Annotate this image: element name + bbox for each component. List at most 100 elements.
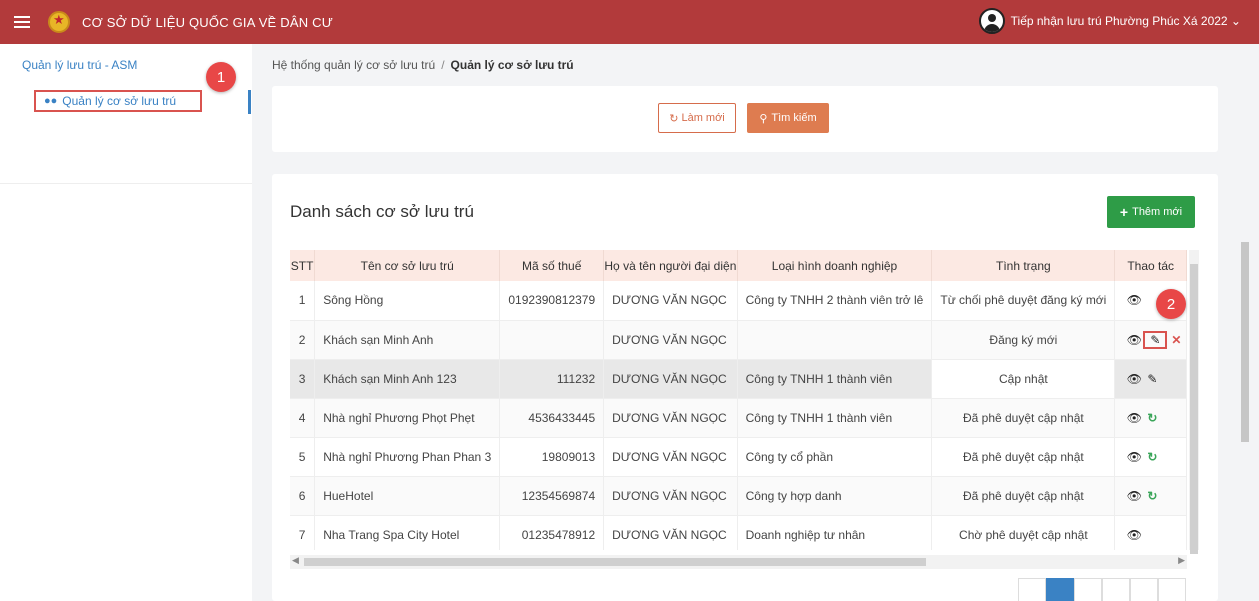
- cell-representative: DƯƠNG VĂN NGỌC: [603, 476, 738, 516]
- user-avatar-icon: [978, 8, 1005, 34]
- cell-representative: DƯƠNG VĂN NGỌC: [603, 320, 738, 360]
- active-indicator: [248, 90, 251, 114]
- sidebar-group-asm[interactable]: Quản lý lưu trú - ASM: [22, 58, 137, 72]
- cell-representative: DƯƠNG VĂN NGỌC: [603, 281, 738, 321]
- edit-icon[interactable]: ✎: [1143, 372, 1161, 386]
- page-button[interactable]: [1158, 578, 1186, 601]
- page-scrollbar[interactable]: [1239, 86, 1251, 586]
- breadcrumb-parent[interactable]: Hệ thống quản lý cơ sở lưu trú: [272, 58, 435, 72]
- table-row[interactable]: 1 Sông Hồng 0192390812379 DƯƠNG VĂN NGỌC Côn…: [290, 281, 1187, 321]
- cell-actions: 👁: [1114, 515, 1187, 550]
- cell-actions: 👁 ↻: [1114, 398, 1187, 438]
- eye-icon[interactable]: 👁: [1125, 450, 1143, 464]
- step-badge-2: 2: [1156, 289, 1186, 319]
- col-status[interactable]: Tình trạng: [931, 250, 1116, 281]
- cell-stt: 3: [290, 359, 316, 399]
- col-representative[interactable]: Họ và tên người đại diện: [603, 250, 738, 281]
- search-icon: ⚲: [759, 112, 768, 125]
- cell-status: Đã phê duyệt cập nhật: [931, 398, 1116, 438]
- accommodation-table: STT Tên cơ sở lưu trú Mã số thuế Họ và t…: [290, 250, 1187, 550]
- table-row[interactable]: 4 Nhà nghỉ Phương Phọt Phẹt 4536433445 DƯƠN…: [290, 398, 1187, 438]
- sync-icon[interactable]: ↻: [1143, 489, 1161, 503]
- eye-icon[interactable]: 👁: [1125, 333, 1143, 347]
- add-new-button[interactable]: + Thêm mới: [1107, 196, 1195, 228]
- table-row[interactable]: 6 HueHotel 12354569874 DƯƠNG VĂN NGỌC Công t…: [290, 476, 1187, 516]
- eye-icon[interactable]: 👁: [1125, 372, 1143, 386]
- cell-status: Đã phê duyệt cập nhật: [931, 437, 1116, 477]
- cell-business-type: Công ty hợp danh: [737, 476, 933, 516]
- cell-tax-code: 19809013: [499, 437, 605, 477]
- cell-tax-code: 01235478912: [499, 515, 605, 550]
- table-header-row: STT Tên cơ sở lưu trú Mã số thuế Họ và t…: [290, 250, 1187, 281]
- search-button[interactable]: ⚲ Tìm kiếm: [747, 103, 829, 133]
- page-button[interactable]: [1102, 578, 1130, 601]
- breadcrumb: Hệ thống quản lý cơ sở lưu trú / Quản lý c…: [272, 58, 574, 72]
- table-horizontal-scrollbar[interactable]: ◀ ▶: [290, 555, 1187, 569]
- col-name[interactable]: Tên cơ sở lưu trú: [314, 250, 501, 281]
- cell-business-type: Công ty cổ phần: [737, 437, 933, 477]
- page-button[interactable]: [1130, 578, 1158, 601]
- table-vertical-scrollbar[interactable]: [1189, 250, 1199, 554]
- col-business-type[interactable]: Loại hình doanh nghiệp: [737, 250, 933, 281]
- cell-tax-code: 12354569874: [499, 476, 605, 516]
- scroll-left-icon[interactable]: ◀: [292, 555, 299, 566]
- add-label: Thêm mới: [1132, 206, 1183, 218]
- cell-business-type: Công ty TNHH 1 thành viên: [737, 359, 933, 399]
- cell-stt: 2: [290, 320, 316, 360]
- list-title: Danh sách cơ sở lưu trú: [290, 202, 474, 221]
- page-button[interactable]: [1018, 578, 1046, 601]
- menu-icon[interactable]: [14, 16, 30, 28]
- cell-status: Đăng ký mới: [931, 320, 1116, 360]
- cell-business-type: Công ty TNHH 1 thành viên: [737, 398, 933, 438]
- users-icon: ●●: [44, 95, 58, 107]
- cell-tax-code: 0192390812379: [499, 281, 605, 321]
- cell-name: Sông Hồng: [314, 281, 501, 321]
- user-name: Tiếp nhận lưu trú Phường Phúc Xá 2022 ⌄: [1010, 14, 1241, 28]
- cell-status: Chờ phê duyệt cập nhật: [931, 515, 1116, 550]
- cell-stt: 6: [290, 476, 316, 516]
- reset-label: Làm mới: [681, 112, 725, 124]
- cell-name: Khách sạn Minh Anh: [314, 320, 501, 360]
- delete-icon[interactable]: ✕: [1167, 333, 1185, 347]
- col-stt[interactable]: STT: [290, 250, 316, 281]
- sidebar-item-label: Quản lý cơ sở lưu trú: [62, 94, 177, 108]
- cell-tax-code: [499, 320, 605, 360]
- table-row[interactable]: 3 Khách sạn Minh Anh 123 111232 DƯƠNG VĂN N…: [290, 359, 1187, 399]
- breadcrumb-current: Quản lý cơ sở lưu trú: [450, 58, 574, 72]
- eye-icon[interactable]: 👁: [1125, 489, 1143, 503]
- eye-icon[interactable]: 👁: [1125, 293, 1143, 307]
- scroll-right-icon[interactable]: ▶: [1178, 555, 1185, 566]
- edit-icon[interactable]: ✎: [1146, 333, 1164, 347]
- cell-representative: DƯƠNG VĂN NGỌC: [603, 515, 738, 550]
- cell-business-type: Doanh nghiệp tư nhân: [737, 515, 933, 550]
- cell-status: Từ chối phê duyệt đăng ký mới: [931, 281, 1116, 321]
- reset-button[interactable]: ↻ Làm mới: [658, 103, 736, 133]
- cell-representative: DƯƠNG VĂN NGỌC: [603, 359, 738, 399]
- cell-name: Khách sạn Minh Anh 123: [314, 359, 501, 399]
- eye-icon[interactable]: 👁: [1125, 528, 1143, 542]
- table-row[interactable]: 5 Nhà nghỉ Phương Phan Phan 3 19809013 DƯƠN…: [290, 437, 1187, 477]
- search-label: Tìm kiếm: [771, 112, 817, 124]
- table-row[interactable]: 2 Khách sạn Minh Anh DƯƠNG VĂN NGỌC Đăng ký…: [290, 320, 1187, 360]
- page-button[interactable]: [1074, 578, 1102, 601]
- sidebar: Quản lý lưu trú - ASM ●● Quản lý cơ sở l…: [0, 44, 252, 601]
- cell-stt: 1: [290, 281, 316, 321]
- highlighted-edit-button[interactable]: ✎: [1143, 330, 1168, 349]
- col-tax[interactable]: Mã số thuế: [499, 250, 605, 281]
- search-panel: ↻ Làm mới ⚲ Tìm kiếm: [272, 86, 1218, 152]
- page-button-active[interactable]: [1046, 578, 1074, 601]
- col-actions: Thao tác: [1114, 250, 1187, 281]
- table-row[interactable]: 7 Nha Trang Spa City Hotel 01235478912 DƯƠN…: [290, 515, 1187, 550]
- cell-business-type: [737, 320, 933, 360]
- eye-icon[interactable]: 👁: [1125, 411, 1143, 425]
- cell-name: HueHotel: [314, 476, 501, 516]
- user-menu[interactable]: Tiếp nhận lưu trú Phường Phúc Xá 2022 ⌄: [978, 8, 1241, 34]
- step-badge-1: 1: [206, 62, 236, 92]
- top-bar: CƠ SỞ DỮ LIỆU QUỐC GIA VỀ DÂN CƯ Tiếp nh…: [0, 0, 1259, 44]
- sidebar-item-accommodation[interactable]: ●● Quản lý cơ sở lưu trú: [34, 90, 202, 112]
- sync-icon[interactable]: ↻: [1143, 450, 1161, 464]
- app-title: CƠ SỞ DỮ LIỆU QUỐC GIA VỀ DÂN CƯ: [82, 14, 333, 30]
- sync-icon[interactable]: ↻: [1143, 411, 1161, 425]
- cell-name: Nha Trang Spa City Hotel: [314, 515, 501, 550]
- pagination: [1018, 578, 1186, 601]
